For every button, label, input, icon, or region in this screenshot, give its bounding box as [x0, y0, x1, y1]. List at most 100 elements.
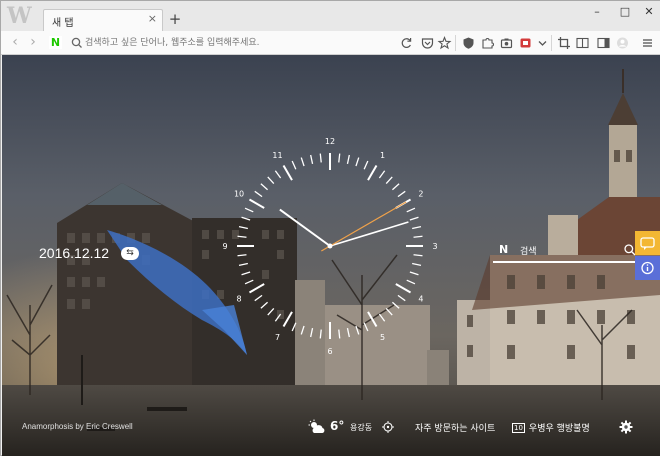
clock-minute-tick — [254, 294, 263, 302]
clock-minute-tick — [274, 170, 282, 179]
news-rank-badge: 10 — [512, 423, 525, 433]
camera-icon[interactable] — [499, 35, 514, 51]
chevron-down-icon[interactable] — [535, 35, 550, 51]
photo-credit: Anamorphosis by Eric Creswell — [22, 422, 133, 431]
clock-minute-tick — [355, 325, 360, 335]
clock-minute-tick — [291, 160, 297, 170]
clock-minute-tick — [291, 322, 297, 332]
clock-minute-tick — [244, 207, 254, 213]
close-window-button[interactable]: ✕ — [638, 3, 660, 21]
weather-temperature: 6° — [330, 419, 345, 433]
partly-cloudy-icon — [308, 419, 325, 433]
clock-minute-tick — [406, 207, 416, 213]
clock-minute-tick — [237, 254, 247, 257]
clock-number: 8 — [237, 295, 242, 304]
clock-minute-tick — [238, 226, 248, 230]
clock-center — [327, 243, 333, 249]
browser-window: W 새 탭 × + – □ ✕ ‹ › N 검색하고 싶은 단어나, 웹주소를 … — [0, 0, 660, 456]
chat-icon — [640, 237, 655, 250]
back-button[interactable]: ‹ — [7, 34, 23, 52]
clock-minute-tick — [237, 235, 247, 238]
clock-hour-tick — [248, 198, 265, 209]
location-target-icon[interactable] — [382, 421, 394, 433]
clock-minute-tick — [413, 254, 423, 257]
naver-search-logo: N — [499, 243, 509, 256]
toolbar-divider — [455, 35, 456, 51]
clock-minute-tick — [260, 183, 269, 191]
new-tab-button[interactable]: + — [166, 11, 184, 29]
chat-side-button[interactable] — [635, 231, 660, 255]
frequent-sites-link[interactable]: 자주 방문하는 사이트 — [415, 421, 495, 434]
maximize-button[interactable]: □ — [614, 3, 636, 21]
clock-number: 10 — [234, 190, 244, 199]
minimize-button[interactable]: – — [586, 3, 608, 21]
clock-minute-tick — [310, 154, 314, 164]
clock-hour-tick — [367, 311, 378, 328]
clock-minute-tick — [319, 153, 322, 163]
crop-icon[interactable] — [556, 35, 571, 51]
pocket-icon[interactable] — [420, 35, 435, 51]
clock-minute-tick — [363, 322, 369, 332]
date-display: 2016.12.12 — [39, 245, 110, 261]
info-side-button[interactable] — [635, 256, 660, 280]
new-tab-page: 12 1 2 3 4 5 6 7 8 9 10 11 2016.12.12 ⇆ N 검색 — [2, 55, 660, 456]
tab-strip: W 새 탭 × + – □ ✕ — [1, 1, 660, 32]
clock-minute-tick — [274, 313, 282, 322]
clock-number: 12 — [325, 137, 335, 146]
clock-number: 9 — [222, 242, 227, 251]
clock-minute-tick — [378, 170, 386, 179]
avatar-icon[interactable] — [615, 35, 630, 51]
clock-minute-tick — [355, 157, 360, 167]
naver-logo-icon: N — [49, 36, 62, 49]
clock-minute-tick — [397, 190, 406, 198]
clock-number: 7 — [275, 333, 280, 342]
address-input[interactable] — [85, 34, 385, 52]
clock-minute-tick — [346, 328, 350, 338]
clock-number: 1 — [380, 151, 385, 160]
clock-minute-tick — [241, 271, 251, 276]
star-icon[interactable] — [437, 35, 452, 51]
recorder-icon[interactable] — [518, 35, 533, 51]
tab-close-icon[interactable]: × — [148, 12, 157, 25]
clock-minute-tick — [241, 216, 251, 221]
clock-minute-tick — [267, 176, 275, 185]
whale-logo: W — [7, 3, 32, 29]
menu-icon[interactable] — [640, 35, 655, 51]
clock-minute-tick — [300, 157, 305, 167]
clock-minute-tick — [409, 216, 419, 221]
gear-icon[interactable] — [619, 420, 633, 434]
clock-minute-tick — [260, 301, 269, 309]
clock-minute-tick — [385, 307, 393, 316]
clock-number: 6 — [327, 347, 332, 356]
clock-number: 2 — [418, 190, 423, 199]
search-box[interactable]: N 검색 — [493, 239, 639, 263]
clock-minute-tick — [254, 190, 263, 198]
analog-clock: 121234567891011 — [222, 137, 437, 356]
tab-new-tab[interactable]: 새 탭 × — [43, 9, 163, 32]
clock-hour-hand — [279, 208, 331, 247]
clock-minute-tick — [338, 329, 341, 339]
clock-number: 11 — [272, 151, 282, 160]
search-icon — [71, 37, 82, 48]
clock-minute-tick — [319, 329, 322, 339]
clock-minute-tick — [267, 307, 275, 316]
clock-minute-tick — [338, 153, 341, 163]
shield-icon[interactable] — [461, 35, 476, 51]
trending-news-title: 우병우 행방불명 — [528, 424, 590, 434]
clock-hour-tick — [367, 164, 378, 181]
clock-minute-tick — [346, 154, 350, 164]
puzzle-icon[interactable] — [480, 35, 495, 51]
search-label: 검색 — [520, 247, 537, 257]
toolbar: ‹ › N — [1, 31, 660, 55]
reload-icon[interactable] — [399, 35, 414, 51]
clock-minute-tick — [412, 262, 422, 266]
clock-minute-tick — [391, 301, 400, 309]
swap-display-button[interactable]: ⇆ — [121, 247, 139, 260]
trending-news-link[interactable]: 10 우병우 행방불명 — [512, 421, 590, 434]
clock-minute-tick — [391, 183, 400, 191]
sidebar-icon[interactable] — [596, 35, 611, 51]
forward-button[interactable]: › — [25, 34, 41, 52]
reader-icon[interactable] — [575, 35, 590, 51]
clock-minute-tick — [378, 313, 386, 322]
clock-minute-tick — [238, 262, 248, 266]
